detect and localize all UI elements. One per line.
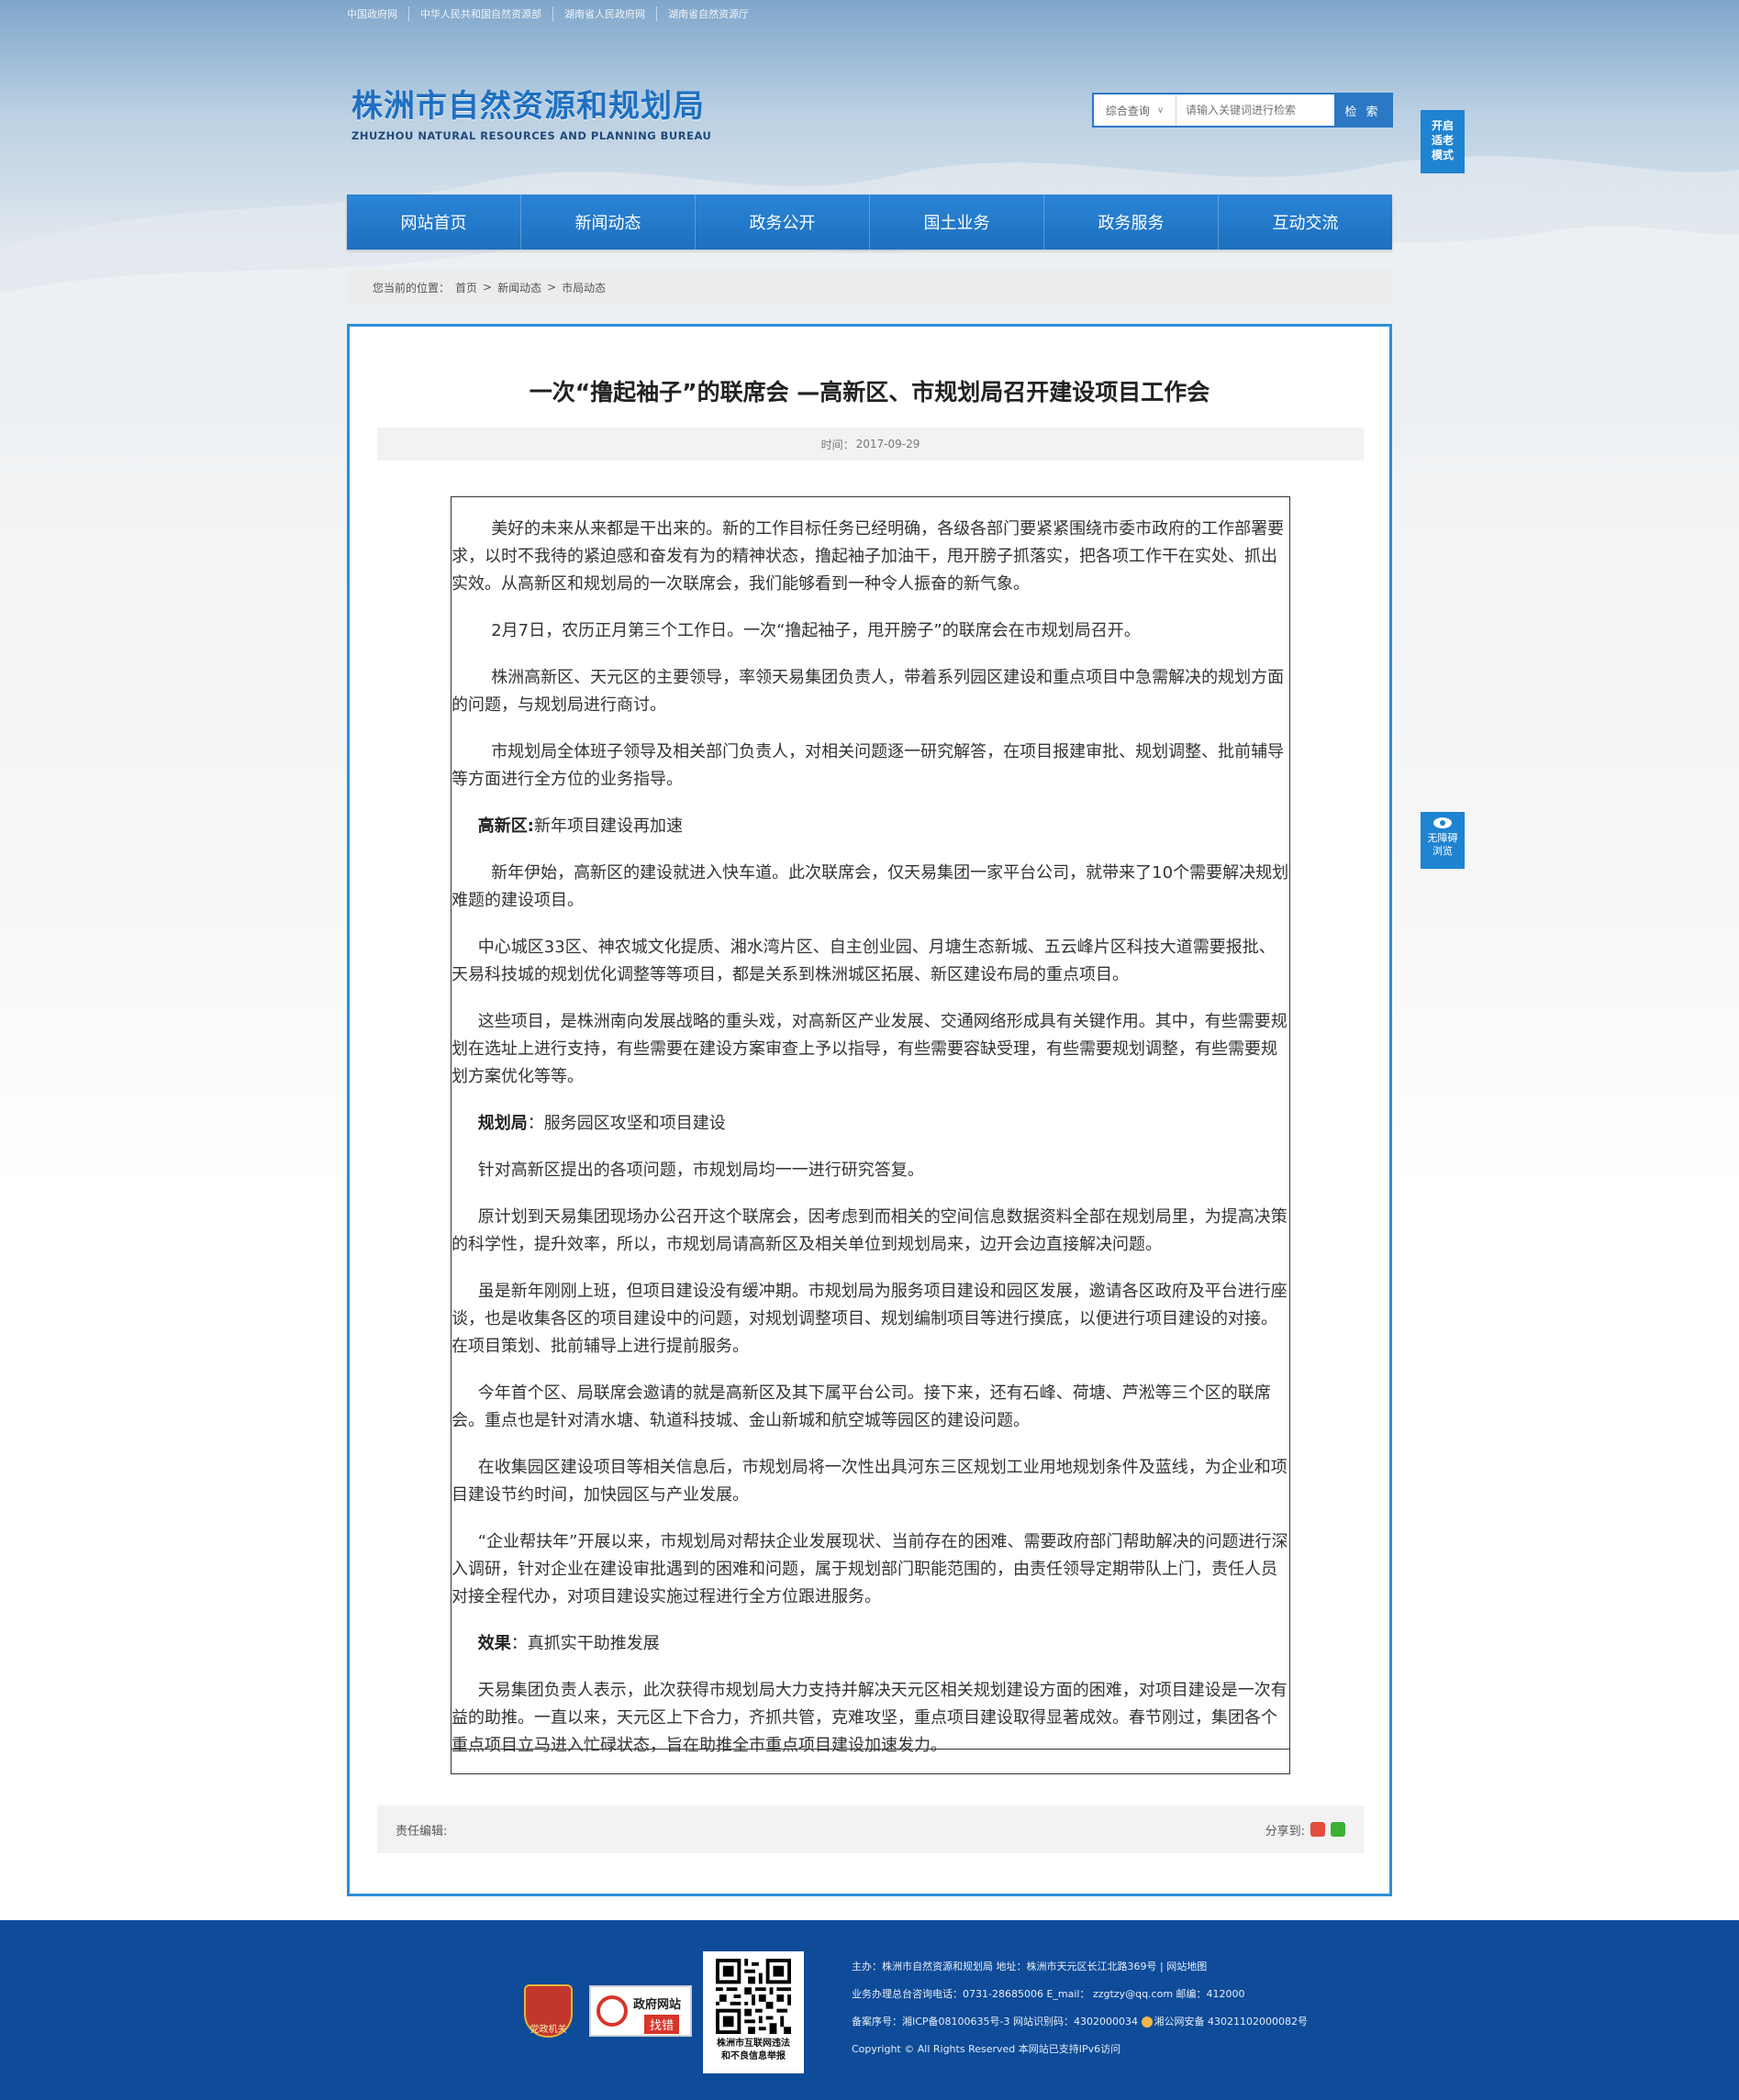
footer-contact-line: 业务办理总台咨询电话：0731-28685006 E_mail： zzgtzy@…: [852, 1988, 1245, 2000]
section-heading: 规划局：服务园区攻坚和项目建设: [451, 1110, 1289, 1138]
site-footer: 党政机关 政府网站 找错 株洲市互联网违法 和不良信息举报 主办：株洲市自然资源…: [0, 1920, 1739, 2100]
paragraph: 天易集团负责人表示，此次获得市规划局大力支持并解决天元区相关规划建设方面的困难，…: [451, 1681, 1288, 1755]
main-nav: 网站首页 新闻动态 政务公开 国土业务 政务服务 互动交流: [347, 194, 1392, 250]
article-footer-bar: 责任编辑: 分享到:: [377, 1806, 1364, 1853]
paragraph: 针对高新区提出的各项问题，市规划局均一一进行研究答复。: [477, 1161, 924, 1180]
footer-info: 主办：株洲市自然资源和规划局 地址：株洲市天元区长江北路369号 | 网站地图 …: [852, 1953, 1308, 2063]
site-name-cn: 株洲市自然资源和规划局: [351, 88, 705, 125]
qr-caption-line-2: 和不良信息举报: [721, 2051, 786, 2061]
breadcrumb: 您当前的位置： 首页 > 新闻动态 > 市局动态: [347, 270, 1392, 305]
top-link-hunan-gov[interactable]: 湖南省人民政府网: [564, 6, 657, 21]
accessibility-button[interactable]: 无障碍 浏览: [1421, 812, 1465, 869]
footer-sponsor-line: 主办：株洲市自然资源和规划局 地址：株洲市天元区长江北路369号 | 网站地图: [852, 1961, 1208, 1972]
police-badge-icon: [1141, 2017, 1153, 2028]
top-links: 中国政府网 中华人民共和国自然资源部 湖南省人民政府网 湖南省自然资源厅: [347, 6, 771, 21]
section-text: 新年项目建设再加速: [534, 817, 683, 836]
site-name-en: ZHUZHOU NATURAL RESOURCES AND PLANNING B…: [351, 129, 712, 142]
paragraph: 市规划局全体班子领导及相关部门负责人，对相关问题逐一研究解答，在项目报建审批、规…: [451, 742, 1285, 789]
paragraph: 新年伊始，高新区的建设就进入快车道。此次联席会，仅天易集团一家平台公司，就带来了…: [451, 863, 1289, 910]
share-box: 分享到:: [1265, 1821, 1345, 1839]
nav-interaction[interactable]: 互动交流: [1219, 194, 1392, 250]
paragraph: 美好的未来从来都是干出来的。新的工作目标任务已经明确，各级各部门要紧紧围绕市委市…: [451, 519, 1285, 594]
paragraph: 中心城区33区、神农城文化提质、湘水湾片区、自主创业园、月塘生态新城、五云峰片区…: [451, 938, 1276, 984]
section-text: ：真抓实干助推发展: [510, 1634, 660, 1653]
breadcrumb-prefix: 您当前的位置：: [373, 281, 451, 294]
eye-icon: [1433, 817, 1452, 828]
nav-gov-affairs[interactable]: 政务公开: [696, 194, 870, 250]
section-heading: 效果：真抓实干助推发展: [451, 1630, 1289, 1658]
paragraph: 今年首个区、局联席会邀请的就是高新区及其下属平台公司。接下来，还有石峰、荷塘、芦…: [451, 1383, 1271, 1430]
breadcrumb-sep: >: [483, 281, 493, 294]
weibo-share-icon[interactable]: [1310, 1822, 1325, 1837]
search-input[interactable]: [1176, 94, 1334, 126]
nav-gov-services[interactable]: 政务服务: [1044, 194, 1219, 250]
accessibility-label-1: 无障碍: [1427, 832, 1458, 844]
accessibility-label-2: 浏览: [1432, 845, 1453, 857]
footer-copyright: Copyright © All Rights Reserved 本网站已支持IP…: [852, 2043, 1121, 2055]
article-date: 2017-09-29: [855, 438, 920, 450]
article-title: 一次“撸起袖子”的联席会 —高新区、市规划局召开建设项目工作会: [529, 379, 1210, 406]
breadcrumb-home[interactable]: 首页: [455, 280, 477, 295]
paragraph: 2月7日，农历正月第三个工作日。一次“撸起袖子，甩开膀子”的联席会在市规划局召开…: [491, 621, 1141, 640]
paragraph: 虽是新年刚刚上班，但项目建设没有缓冲期。市规划局为服务项目建设和园区发展，邀请各…: [451, 1282, 1288, 1356]
report-qr-badge[interactable]: 株洲市互联网违法 和不良信息举报: [703, 1951, 804, 2073]
elder-mode-label-1: 开启: [1431, 119, 1454, 132]
icp-record: 备案序号：湘ICP备08100635号-3 网站识别码：4302000034: [852, 2016, 1138, 2028]
breadcrumb-sep: >: [547, 281, 557, 294]
qr-caption: 株洲市互联网违法 和不良信息举报: [703, 2038, 804, 2063]
section-heading: 高新区:新年项目建设再加速: [451, 813, 1289, 840]
find-error-label: 找错: [644, 2015, 680, 2034]
section-label: 高新区:: [477, 817, 534, 836]
top-link-gov[interactable]: 中国政府网: [347, 6, 409, 21]
paragraph: 在收集园区建设项目等相关信息后，市规划局将一次性出具河东三区规划工业用地规划条件…: [451, 1458, 1288, 1505]
chevron-down-icon: ∨: [1156, 105, 1165, 116]
party-gov-badge[interactable]: 党政机关: [524, 1984, 573, 2038]
paragraph: 这些项目，是株洲南向发展战略的重头戏，对高新区产业发展、交通网络形成具有关键作用…: [451, 1012, 1288, 1086]
article-body: 美好的未来从来都是干出来的。新的工作目标任务已经明确，各级各部门要紧紧围绕市委市…: [451, 496, 1290, 1774]
party-gov-badge-label: 党政机关: [530, 2025, 567, 2035]
date-label: 时间：: [820, 438, 854, 451]
section-label: 规划局: [477, 1114, 528, 1133]
paragraph: 原计划到天易集团现场办公召开这个联席会，因考虑到而相关的空间信息数据资料全部在规…: [451, 1207, 1288, 1254]
site-logo[interactable]: 株洲市自然资源和规划局 ZHUZHOU NATURAL RESOURCES AN…: [351, 81, 711, 142]
share-label: 分享到:: [1265, 1824, 1305, 1839]
search-scope-value: 综合查询: [1105, 104, 1150, 117]
magnifier-icon: [596, 1995, 628, 2027]
elder-mode-button[interactable]: 开启 适老 模式: [1421, 110, 1465, 173]
section-text: ：服务园区攻坚和项目建设: [527, 1114, 726, 1133]
editor-label: 责任编辑:: [396, 1824, 448, 1839]
paragraph: “企业帮扶年”开展以来，市规划局对帮扶企业发展现状、当前存在的困难、需要政府部门…: [451, 1532, 1288, 1606]
article-container: 一次“撸起袖子”的联席会 —高新区、市规划局召开建设项目工作会 时间： 2017…: [347, 324, 1392, 1896]
elder-mode-label-3: 模式: [1431, 149, 1454, 161]
nav-home[interactable]: 网站首页: [347, 194, 521, 250]
breadcrumb-city-news[interactable]: 市局动态: [562, 280, 606, 295]
qr-code-icon: [716, 1959, 791, 2034]
breadcrumb-news[interactable]: 新闻动态: [497, 280, 541, 295]
top-link-hunan-nr[interactable]: 湖南省自然资源厅: [668, 6, 760, 21]
search-scope-select[interactable]: 综合查询 ∨: [1094, 94, 1176, 126]
gov-site-error-badge[interactable]: 政府网站 找错: [589, 1985, 692, 2037]
nav-land-business[interactable]: 国土业务: [870, 194, 1044, 250]
qr-caption-line-1: 株洲市互联网违法: [717, 2039, 790, 2049]
search-bar: 综合查询 ∨ 检 索: [1092, 93, 1393, 128]
top-link-mnr[interactable]: 中华人民共和国自然资源部: [420, 6, 553, 21]
search-button[interactable]: 检 索: [1334, 94, 1391, 126]
police-record[interactable]: 湘公网安备 43021102000082号: [1154, 2016, 1308, 2028]
paragraph: 株洲高新区、天元区的主要领导，率领天易集团负责人，带着系列园区建设和重点项目中急…: [451, 668, 1285, 715]
elder-mode-label-2: 适老: [1431, 134, 1454, 147]
section-label: 效果: [477, 1634, 511, 1653]
wechat-share-icon[interactable]: [1331, 1822, 1345, 1837]
nav-news[interactable]: 新闻动态: [521, 194, 696, 250]
article-date-bar: 时间： 2017-09-29: [377, 428, 1364, 461]
gov-site-label: 政府网站: [633, 1998, 682, 2012]
footer-record-line: 备案序号：湘ICP备08100635号-3 网站识别码：4302000034 湘…: [852, 2008, 1308, 2036]
article-text: 美好的未来从来都是干出来的。新的工作目标任务已经明确，各级各部门要紧紧围绕市委市…: [451, 497, 1289, 1755]
